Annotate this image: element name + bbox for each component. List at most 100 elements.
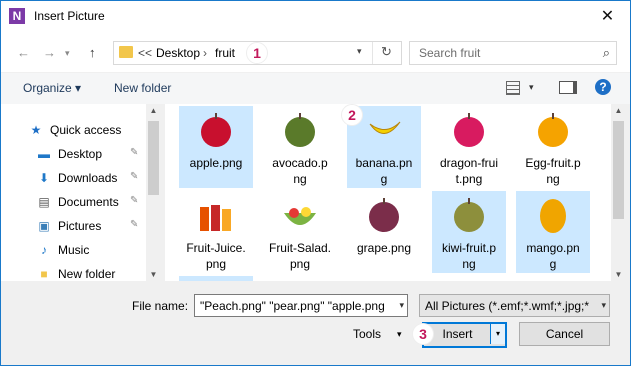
pin-icon[interactable]: ✎: [130, 219, 138, 230]
tools-dropdown-icon[interactable]: ▾: [397, 329, 402, 340]
pin-icon[interactable]: ✎: [130, 195, 138, 206]
image-thumbnail: [449, 195, 489, 235]
recent-dropdown-icon[interactable]: ▾: [65, 48, 70, 59]
image-thumbnail: [196, 110, 236, 150]
file-item[interactable]: dragon-frui t.png: [432, 106, 506, 188]
file-name: dragon-frui t.png: [439, 156, 499, 186]
pin-icon[interactable]: ✎: [130, 171, 138, 182]
step-badge-3: 3: [412, 323, 434, 345]
scroll-up-icon[interactable]: ▲: [146, 106, 161, 115]
file-name: kiwi-fruit.p ng: [441, 241, 496, 271]
file-item[interactable]: Egg-fruit.p ng: [516, 106, 590, 188]
filename-field[interactable]: "Peach.png" "pear.png" "apple.png" ▾: [194, 294, 408, 317]
breadcrumb-separator[interactable]: ›: [203, 46, 207, 60]
up-arrow-icon[interactable]: ↑: [89, 45, 96, 60]
new-folder-button[interactable]: New folder: [114, 81, 171, 95]
sidebar-item-downloads[interactable]: ⬇ Downloads ✎: [37, 169, 149, 189]
file-type-dropdown-icon[interactable]: ▾: [601, 300, 606, 311]
image-thumbnail: [533, 110, 573, 150]
image-thumbnail: [280, 195, 320, 235]
back-arrow-icon[interactable]: ←: [17, 45, 30, 60]
organize-button[interactable]: Organize ▾: [23, 81, 81, 95]
scroll-down-icon[interactable]: ▼: [146, 270, 161, 279]
file-item[interactable]: grape.png: [347, 191, 421, 273]
image-thumbnail: [364, 110, 404, 150]
navigation-pane: ★ Quick access ▬ Desktop ✎ ⬇ Downloads ✎…: [1, 104, 161, 281]
sidebar-item-label: Downloads: [58, 171, 118, 185]
sidebar-scroll-thumb[interactable]: [148, 121, 159, 195]
image-thumbnail: [196, 195, 236, 235]
close-button[interactable]: ✕: [585, 1, 630, 32]
file-list-scrollbar[interactable]: ▲ ▼: [611, 104, 626, 281]
filename-dropdown-icon[interactable]: ▾: [399, 300, 404, 311]
insert-button[interactable]: Insert ▾: [422, 322, 507, 348]
sidebar-item-label: Desktop: [58, 147, 103, 161]
file-item[interactable]: apple.png: [179, 106, 253, 188]
preview-pane-icon[interactable]: [559, 81, 577, 94]
sidebar-item-label: Quick access: [50, 123, 122, 137]
file-item[interactable]: avocado.p ng: [263, 106, 337, 188]
star-icon: ★: [30, 123, 42, 137]
sidebar-item-pictures[interactable]: ▣ Pictures ✎: [37, 217, 149, 237]
download-icon: ⬇: [38, 171, 50, 185]
navigation-bar: ← → ▾ ↑ << Desktop › fruit ▾ ↻ Search fr…: [1, 32, 630, 72]
file-name: banana.pn g: [355, 156, 413, 186]
image-thumbnail: [533, 195, 573, 235]
sidebar-item-label: Pictures: [58, 219, 102, 233]
documents-icon: ▤: [38, 195, 50, 209]
file-list: apple.png avocado.p ng banana.pn g dragon-f…: [165, 104, 612, 281]
change-view-icon[interactable]: [506, 81, 520, 95]
breadcrumb-overflow[interactable]: <<: [138, 46, 152, 60]
help-icon[interactable]: ?: [595, 79, 611, 95]
file-item[interactable]: Fruit-Juice. png: [179, 191, 253, 273]
file-item[interactable]: Fruit-Salad. png: [263, 191, 337, 273]
file-item[interactable]: mango.pn g: [516, 191, 590, 273]
sidebar-item-label: Documents: [58, 195, 119, 209]
onenote-icon: N: [9, 8, 25, 24]
forward-arrow-icon[interactable]: →: [43, 45, 56, 60]
file-name: Fruit-Juice. png: [186, 241, 246, 271]
file-type-value: All Pictures (*.emf;*.wmf;*.jpg;*: [425, 299, 590, 313]
refresh-icon[interactable]: ↻: [381, 44, 392, 60]
tools-menu[interactable]: Tools: [353, 327, 381, 341]
file-item[interactable]: kiwi-fruit.p ng: [432, 191, 506, 273]
search-input[interactable]: Search fruit: [419, 46, 480, 60]
breadcrumb-fruit[interactable]: fruit: [215, 46, 235, 60]
folder-icon: [119, 46, 133, 58]
pin-icon[interactable]: ✎: [130, 147, 138, 158]
search-box[interactable]: Search fruit ⌕: [409, 41, 617, 65]
file-list-scroll-thumb[interactable]: [613, 121, 624, 219]
desktop-icon: ▬: [38, 147, 50, 161]
file-type-select[interactable]: All Pictures (*.emf;*.wmf;*.jpg;* ▾: [419, 294, 610, 317]
sidebar-item-documents[interactable]: ▤ Documents ✎: [37, 193, 149, 213]
file-name: grape.png: [356, 241, 412, 255]
file-name: apple.png: [189, 156, 243, 170]
image-thumbnail: [449, 110, 489, 150]
address-dropdown-icon[interactable]: ▾: [357, 46, 362, 57]
music-icon: ♪: [41, 243, 47, 257]
step-badge-1: 1: [246, 42, 268, 64]
dialog-footer: File name: "Peach.png" "pear.png" "apple…: [1, 281, 630, 365]
sidebar-item-label: Music: [58, 243, 90, 257]
view-options-dropdown-icon[interactable]: ▾: [529, 82, 534, 93]
breadcrumb-desktop[interactable]: Desktop: [156, 46, 200, 60]
sidebar-scrollbar[interactable]: ▲ ▼: [146, 104, 161, 281]
search-icon[interactable]: ⌕: [603, 45, 610, 61]
file-name: avocado.p ng: [272, 156, 328, 186]
sidebar-item-desktop[interactable]: ▬ Desktop ✎: [37, 145, 149, 165]
file-name: Egg-fruit.p ng: [525, 156, 581, 186]
pictures-icon: ▣: [38, 219, 50, 233]
sidebar-item-quick-access[interactable]: ★ Quick access: [29, 121, 141, 141]
folder-icon: ■: [40, 267, 48, 281]
command-toolbar: Organize ▾ New folder ▾ ?: [1, 72, 630, 104]
scroll-down-icon[interactable]: ▼: [611, 270, 626, 279]
step-badge-2: 2: [341, 104, 363, 126]
filename-value[interactable]: "Peach.png" "pear.png" "apple.png": [200, 299, 385, 313]
insert-picture-dialog: N Insert Picture ✕ ← → ▾ ↑ << Desktop › …: [0, 0, 631, 366]
scroll-up-icon[interactable]: ▲: [611, 106, 626, 115]
title-bar: N Insert Picture ✕: [1, 1, 630, 32]
sidebar-item-label: New folder: [58, 267, 116, 281]
cancel-button[interactable]: Cancel: [519, 322, 610, 346]
sidebar-item-music[interactable]: ♪ Music: [37, 241, 149, 261]
insert-options-dropdown-icon[interactable]: ▾: [490, 324, 505, 344]
